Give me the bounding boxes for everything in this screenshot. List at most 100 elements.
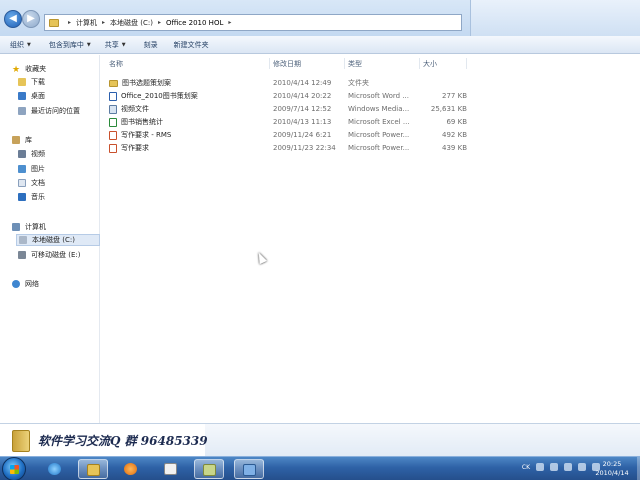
clock-date: 2010/4/14 [595, 469, 629, 477]
share-button[interactable]: 共享 ▼ [105, 40, 126, 50]
address-bar[interactable]: ▸ 计算机 ▸ 本地磁盘 (C:) ▸ Office 2010 HOL ▸ [44, 14, 462, 31]
column-header-name[interactable]: 名称 [109, 58, 123, 70]
column-divider[interactable] [269, 58, 270, 69]
keyboard-icon[interactable] [536, 463, 544, 471]
chevron-right-icon[interactable]: ▸ [102, 19, 105, 26]
file-type: Microsoft Power... [348, 144, 410, 152]
help-icon[interactable] [550, 463, 558, 471]
chevron-right-icon: ▸ [68, 19, 72, 26]
excel-document-icon [109, 117, 117, 127]
include-in-library-button[interactable]: 包含到库中 ▼ [49, 40, 91, 50]
column-divider[interactable] [344, 58, 345, 69]
column-divider[interactable] [419, 58, 420, 69]
clock-time: 20:25 [602, 460, 622, 468]
column-label: 修改日期 [273, 60, 301, 68]
powerpoint-document-icon [109, 130, 117, 140]
file-row[interactable]: 视频文件 2009/7/14 12:52 Windows Media... 25… [109, 103, 469, 115]
sidebar-item-desktop[interactable]: 桌面 [18, 90, 45, 102]
sidebar-item-pictures[interactable]: 图片 [18, 163, 45, 175]
sidebar-label: 收藏夹 [25, 65, 47, 73]
file-name-cell: 写作要求 [109, 142, 269, 154]
chevron-down-icon: ▼ [27, 41, 31, 48]
powerpoint-document-icon [109, 143, 117, 153]
breadcrumb-current-folder[interactable]: Office 2010 HOL [166, 19, 223, 27]
file-row[interactable]: Office_2010图书策划案 2010/4/14 20:22 Microso… [109, 90, 469, 102]
flag-icon[interactable] [564, 463, 572, 471]
taskbar-remote-app[interactable] [234, 459, 264, 479]
sidebar-label: 计算机 [25, 223, 46, 231]
sidebar-item-computer[interactable]: 计算机 [12, 221, 46, 233]
forward-button[interactable]: ▶ [22, 10, 40, 28]
column-header-size[interactable]: 大小 [423, 58, 437, 70]
taskbar-document[interactable] [156, 459, 186, 479]
file-name-cell: Office_2010图书策划案 [109, 90, 269, 102]
file-row[interactable]: 写作要求 2009/11/23 22:34 Microsoft Power...… [109, 142, 469, 154]
sidebar-item-libraries[interactable]: 库 [12, 134, 32, 146]
new-folder-button[interactable]: 新建文件夹 [174, 40, 209, 50]
file-name: Office_2010图书策划案 [121, 92, 198, 100]
word-document-icon [109, 91, 117, 101]
address-bar-area: ◀ ▶ ▸ 计算机 ▸ 本地磁盘 (C:) ▸ Office 2010 HOL … [0, 0, 640, 36]
sidebar-item-videos[interactable]: 视频 [18, 148, 45, 160]
chevron-down-icon: ▼ [121, 41, 126, 48]
file-list: 名称 修改日期 类型 大小 图书选题策划案 2010/4/14 12:49 文件… [101, 55, 640, 423]
back-button[interactable]: ◀ [4, 10, 22, 28]
start-button[interactable] [2, 457, 26, 480]
sidebar-item-removable-disk[interactable]: 可移动磁盘 (E:) [18, 249, 80, 261]
file-row[interactable]: 图书销售统计 2010/4/13 11:13 Microsoft Excel .… [109, 116, 469, 128]
sidebar-item-local-disk[interactable]: 本地磁盘 (C:) [16, 234, 100, 246]
chevron-right-icon[interactable]: ▸ [158, 19, 161, 26]
file-name: 写作要求 [121, 144, 149, 152]
sidebar-label: 库 [25, 136, 32, 144]
sidebar-item-music[interactable]: 音乐 [18, 191, 45, 203]
file-type: Microsoft Excel ... [348, 118, 410, 126]
internet-explorer-icon [48, 463, 61, 475]
file-size: 439 KB [442, 144, 467, 152]
file-row[interactable]: 写作要求 - RMS 2009/11/24 6:21 Microsoft Pow… [109, 129, 469, 141]
chevron-down-icon: ▼ [86, 41, 91, 48]
column-label: 大小 [423, 60, 437, 68]
burn-button[interactable]: 刻录 [144, 40, 158, 50]
taskbar-internet-explorer[interactable] [40, 459, 70, 479]
folder-icon [87, 464, 100, 476]
column-divider[interactable] [466, 58, 467, 69]
sidebar-item-documents[interactable]: 文档 [18, 177, 45, 189]
file-date: 2010/4/13 11:13 [273, 118, 332, 126]
taskbar: CK 20:25 2010/4/14 [0, 456, 640, 480]
chevron-right-icon[interactable]: ▸ [228, 19, 231, 26]
file-type: 文件夹 [348, 79, 369, 87]
column-header-type[interactable]: 类型 [348, 58, 362, 70]
organize-button[interactable]: 组织 ▼ [10, 40, 31, 50]
file-name: 图书销售统计 [121, 118, 163, 126]
language-indicator[interactable]: CK [522, 464, 530, 471]
sidebar-label: 桌面 [31, 92, 45, 100]
breadcrumb-local-disk[interactable]: 本地磁盘 (C:) [110, 18, 153, 28]
column-label: 类型 [348, 60, 362, 68]
sidebar-label: 文档 [31, 179, 45, 187]
video-file-icon [109, 104, 117, 114]
breadcrumb-computer[interactable]: 计算机 [76, 18, 97, 28]
desktop-icon [18, 92, 26, 100]
navigation-pane: ★ 收藏夹 下载 桌面 最近访问的位置 库 视频 图片 文档 音乐 计算机 本地磁… [0, 55, 100, 423]
sidebar-item-favorites[interactable]: ★ 收藏夹 [12, 63, 46, 75]
taskbar-media-player[interactable] [116, 459, 146, 479]
file-name: 写作要求 - RMS [121, 131, 172, 139]
media-player-icon [124, 463, 137, 475]
sidebar-item-downloads[interactable]: 下载 [18, 76, 45, 88]
file-size: 69 KB [446, 118, 467, 126]
sidebar-label: 音乐 [31, 193, 45, 201]
column-header-date[interactable]: 修改日期 [273, 58, 301, 70]
taskbar-windows-explorer[interactable] [78, 459, 108, 479]
clock[interactable]: 20:25 2010/4/14 [588, 460, 636, 478]
file-size: 492 KB [442, 131, 467, 139]
file-name-cell: 图书销售统计 [109, 116, 269, 128]
share-label: 共享 [104, 40, 119, 49]
taskbar-notes[interactable] [194, 459, 224, 479]
hard-drive-icon [19, 236, 27, 244]
sidebar-label: 视频 [31, 150, 45, 158]
file-row[interactable]: 图书选题策划案 2010/4/14 12:49 文件夹 [109, 77, 469, 89]
file-name-cell: 写作要求 - RMS [109, 129, 269, 141]
sidebar-item-network[interactable]: 网络 [12, 278, 39, 290]
network-icon[interactable] [578, 463, 586, 471]
sidebar-item-recent[interactable]: 最近访问的位置 [18, 105, 80, 117]
